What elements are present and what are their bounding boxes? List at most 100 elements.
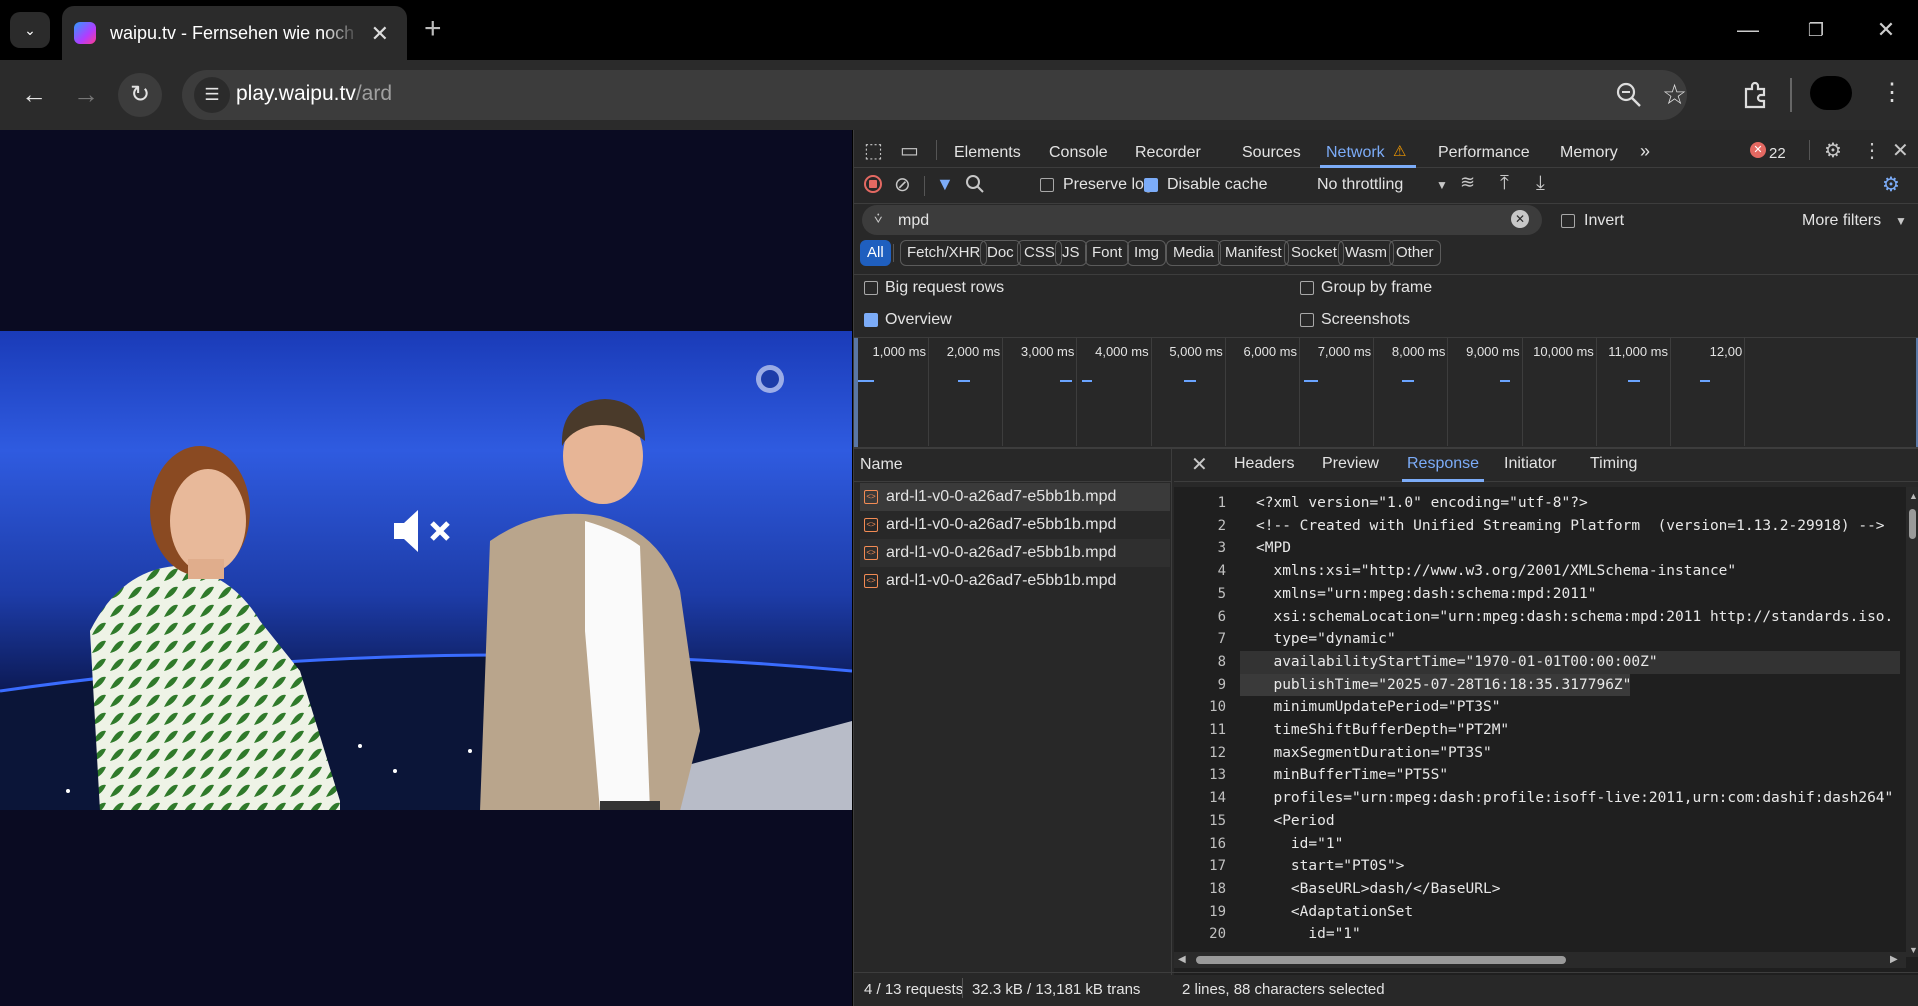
tab-preview[interactable]: Preview <box>1322 455 1379 473</box>
clear-filter-icon[interactable]: ✕ <box>1511 210 1529 228</box>
timeline-request-bar <box>1700 380 1710 382</box>
extensions-icon[interactable] <box>1740 80 1770 110</box>
filter-wasm[interactable]: Wasm <box>1338 240 1394 266</box>
network-settings-icon[interactable]: ⚙ <box>1882 172 1900 197</box>
filter-js[interactable]: JS <box>1055 240 1087 266</box>
tab-sources[interactable]: Sources <box>1242 144 1301 162</box>
more-tabs-icon[interactable]: » <box>1640 141 1650 162</box>
filter-manifest[interactable]: Manifest <box>1218 240 1289 266</box>
request-row[interactable]: <> ard-l1-v0-0-a26ad7-e5bb1b.mpd <box>860 539 1170 567</box>
gear-icon[interactable]: ⚙ <box>1824 138 1842 163</box>
request-row[interactable]: <> ard-l1-v0-0-a26ad7-e5bb1b.mpd <box>860 511 1170 539</box>
site-info-icon[interactable]: ☰ <box>194 77 230 113</box>
close-icon[interactable]: ✕ <box>371 21 389 47</box>
restore-button[interactable]: ❐ <box>1796 10 1836 50</box>
tab-initiator[interactable]: Initiator <box>1504 455 1556 473</box>
error-icon[interactable]: ✕ <box>1750 142 1766 158</box>
filter-fetch-xhr[interactable]: Fetch/XHR <box>900 240 988 266</box>
close-devtools-icon[interactable]: ✕ <box>1892 138 1909 163</box>
preserve-log-checkbox[interactable] <box>1040 178 1054 192</box>
clear-icon[interactable]: ⊘ <box>894 172 911 197</box>
browser-tab[interactable]: waipu.tv - Fernsehen wie noch nie ✕ <box>62 6 407 60</box>
new-tab-button[interactable]: + <box>424 12 442 46</box>
tab-memory[interactable]: Memory <box>1560 144 1618 162</box>
avatar[interactable] <box>1810 76 1852 110</box>
filter-input[interactable] <box>862 205 1542 235</box>
line-number: 9 <box>1217 676 1226 693</box>
request-name: ard-l1-v0-0-a26ad7-e5bb1b.mpd <box>886 544 1117 561</box>
filter-img[interactable]: Img <box>1127 240 1167 266</box>
tab-network[interactable]: Network <box>1326 144 1385 162</box>
request-row[interactable]: <> ard-l1-v0-0-a26ad7-e5bb1b.mpd <box>860 567 1170 595</box>
tab-console[interactable]: Console <box>1049 144 1108 162</box>
filter-other[interactable]: Other <box>1389 240 1441 266</box>
big-request-rows-checkbox[interactable] <box>864 281 878 295</box>
record-stop-icon[interactable] <box>864 175 882 193</box>
error-count[interactable]: 22 <box>1769 145 1786 162</box>
filter-media[interactable]: Media <box>1166 240 1221 266</box>
menu-icon[interactable]: ⋮ <box>1880 78 1904 107</box>
search-icon[interactable] <box>964 173 986 195</box>
volume-muted-icon[interactable] <box>390 506 460 556</box>
tab-title: waipu.tv - Fernsehen wie noch nie <box>110 22 360 43</box>
filter-value[interactable]: mpd <box>898 212 929 230</box>
horizontal-scrollbar[interactable]: ◀ ▶ <box>1174 952 1906 968</box>
line-number: 3 <box>1217 540 1226 557</box>
invert-checkbox[interactable] <box>1561 214 1575 228</box>
network-conditions-icon[interactable]: ≋ <box>1460 172 1475 193</box>
inspect-element-icon[interactable]: ⬚ <box>864 138 883 163</box>
tab-search-button[interactable]: ⌄ <box>10 12 50 48</box>
filter-socket[interactable]: Socket <box>1284 240 1344 266</box>
divider <box>962 978 963 998</box>
tab-headers[interactable]: Headers <box>1234 455 1294 473</box>
divider <box>1809 140 1810 160</box>
screenshots-checkbox[interactable] <box>1300 313 1314 327</box>
line-number: 6 <box>1217 608 1226 625</box>
forward-button[interactable]: → <box>66 74 106 114</box>
minimize-button[interactable]: — <box>1728 10 1768 50</box>
zoom-icon[interactable] <box>1614 80 1644 110</box>
tab-performance[interactable]: Performance <box>1438 144 1530 162</box>
vertical-scrollbar[interactable]: ▲ ▼ <box>1906 487 1918 957</box>
tab-timing[interactable]: Timing <box>1590 455 1637 473</box>
throttling-select[interactable]: No throttling <box>1317 176 1403 194</box>
back-button[interactable]: ← <box>14 74 54 114</box>
chevron-down-icon[interactable]: ▼ <box>1895 214 1907 228</box>
filter-icon[interactable]: ▼ <box>936 174 954 195</box>
bookmark-star-icon[interactable]: ☆ <box>1662 78 1687 111</box>
video-player[interactable] <box>0 331 852 810</box>
line-number: 19 <box>1209 903 1226 920</box>
filter-font[interactable]: Font <box>1085 240 1130 266</box>
divider <box>854 274 1918 275</box>
big-request-rows-label: Big request rows <box>885 279 1005 296</box>
line-number: 18 <box>1209 880 1226 897</box>
filter-doc[interactable]: Doc <box>980 240 1021 266</box>
kebab-menu-icon[interactable]: ⋮ <box>1862 138 1882 163</box>
url-text[interactable]: play.waipu.tv/ard <box>236 82 392 106</box>
filter-all[interactable]: All <box>860 240 891 266</box>
tab-response[interactable]: Response <box>1407 455 1479 473</box>
chevron-down-icon[interactable]: ▼ <box>1436 178 1448 192</box>
screenshots-label: Screenshots <box>1321 311 1410 328</box>
device-toolbar-icon[interactable]: ▭ <box>900 138 919 163</box>
request-row[interactable]: <> ard-l1-v0-0-a26ad7-e5bb1b.mpd <box>860 483 1170 511</box>
response-viewer[interactable]: 1 <?xml version="1.0" encoding="utf-8"?> 2… <box>1174 487 1918 975</box>
tab-recorder[interactable]: Recorder <box>1135 144 1201 162</box>
address-bar[interactable] <box>182 70 1687 120</box>
code-line: minBufferTime="PT5S" <box>1256 767 1449 784</box>
timeline-tick-label: 12,00 <box>1709 344 1743 359</box>
group-by-frame-checkbox[interactable] <box>1300 281 1314 295</box>
export-har-icon[interactable]: ⤓ <box>1536 172 1545 195</box>
url-path: /ard <box>355 82 393 105</box>
timeline-request-bar <box>858 380 874 382</box>
window-close-button[interactable]: ✕ <box>1866 10 1906 50</box>
more-filters-dropdown[interactable]: More filters <box>1802 212 1881 230</box>
request-name: ard-l1-v0-0-a26ad7-e5bb1b.mpd <box>886 572 1117 589</box>
reload-button[interactable]: ↻ <box>118 73 162 117</box>
tab-elements[interactable]: Elements <box>954 144 1021 162</box>
request-name: ard-l1-v0-0-a26ad7-e5bb1b.mpd <box>886 488 1117 505</box>
overview-checkbox[interactable] <box>864 313 878 327</box>
close-detail-icon[interactable]: ✕ <box>1191 452 1208 477</box>
import-har-icon[interactable]: ⤒ <box>1500 172 1509 195</box>
disable-cache-checkbox[interactable] <box>1144 178 1158 192</box>
